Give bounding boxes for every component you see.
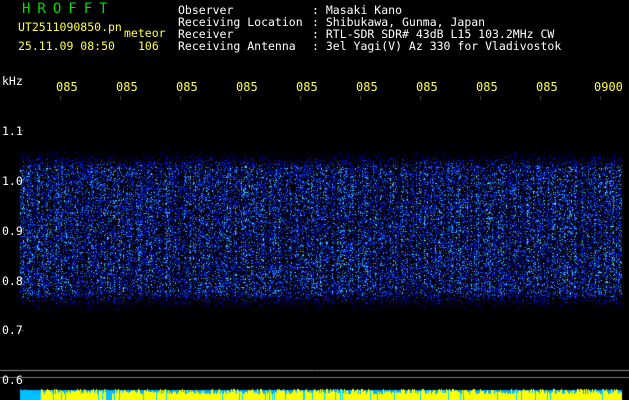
time-tick-label: 085 [296,80,318,94]
y-unit-label: kHz [2,74,23,88]
y-tick-label: 1.0 [2,174,23,188]
time-tick-label: 085 [476,80,498,94]
time-tick-label: 085 [356,80,378,94]
time-tick-label: 085 [176,80,198,94]
time-tick-label: 085 [236,80,258,94]
y-tick-label: 0.8 [2,274,23,288]
time-tick-label: 085 [536,80,558,94]
antenna-value: : 3el Yagi(V) Az 330 for Vladivostok [312,39,562,53]
time-tick-label: 085 [56,80,78,94]
y-tick-label: 1.1 [2,124,23,138]
datetime-label: 25.11.09 08:50 [18,39,115,53]
count-label: 106 [138,39,159,53]
time-tick-label: 0900 [594,80,623,94]
app-title: HROFFT [22,1,115,17]
y-tick-label: 0.7 [2,323,23,337]
spectrogram-canvas [0,0,629,400]
y-tick-label: 0.9 [2,224,23,238]
event-type-label: meteor [124,26,166,40]
y-tick-label: 0.6 [2,373,23,387]
time-tick-label: 085 [416,80,438,94]
antenna-label: Receiving Antenna [178,39,296,53]
time-tick-label: 085 [116,80,138,94]
filename-label: UT2511090850.pn [18,20,122,34]
